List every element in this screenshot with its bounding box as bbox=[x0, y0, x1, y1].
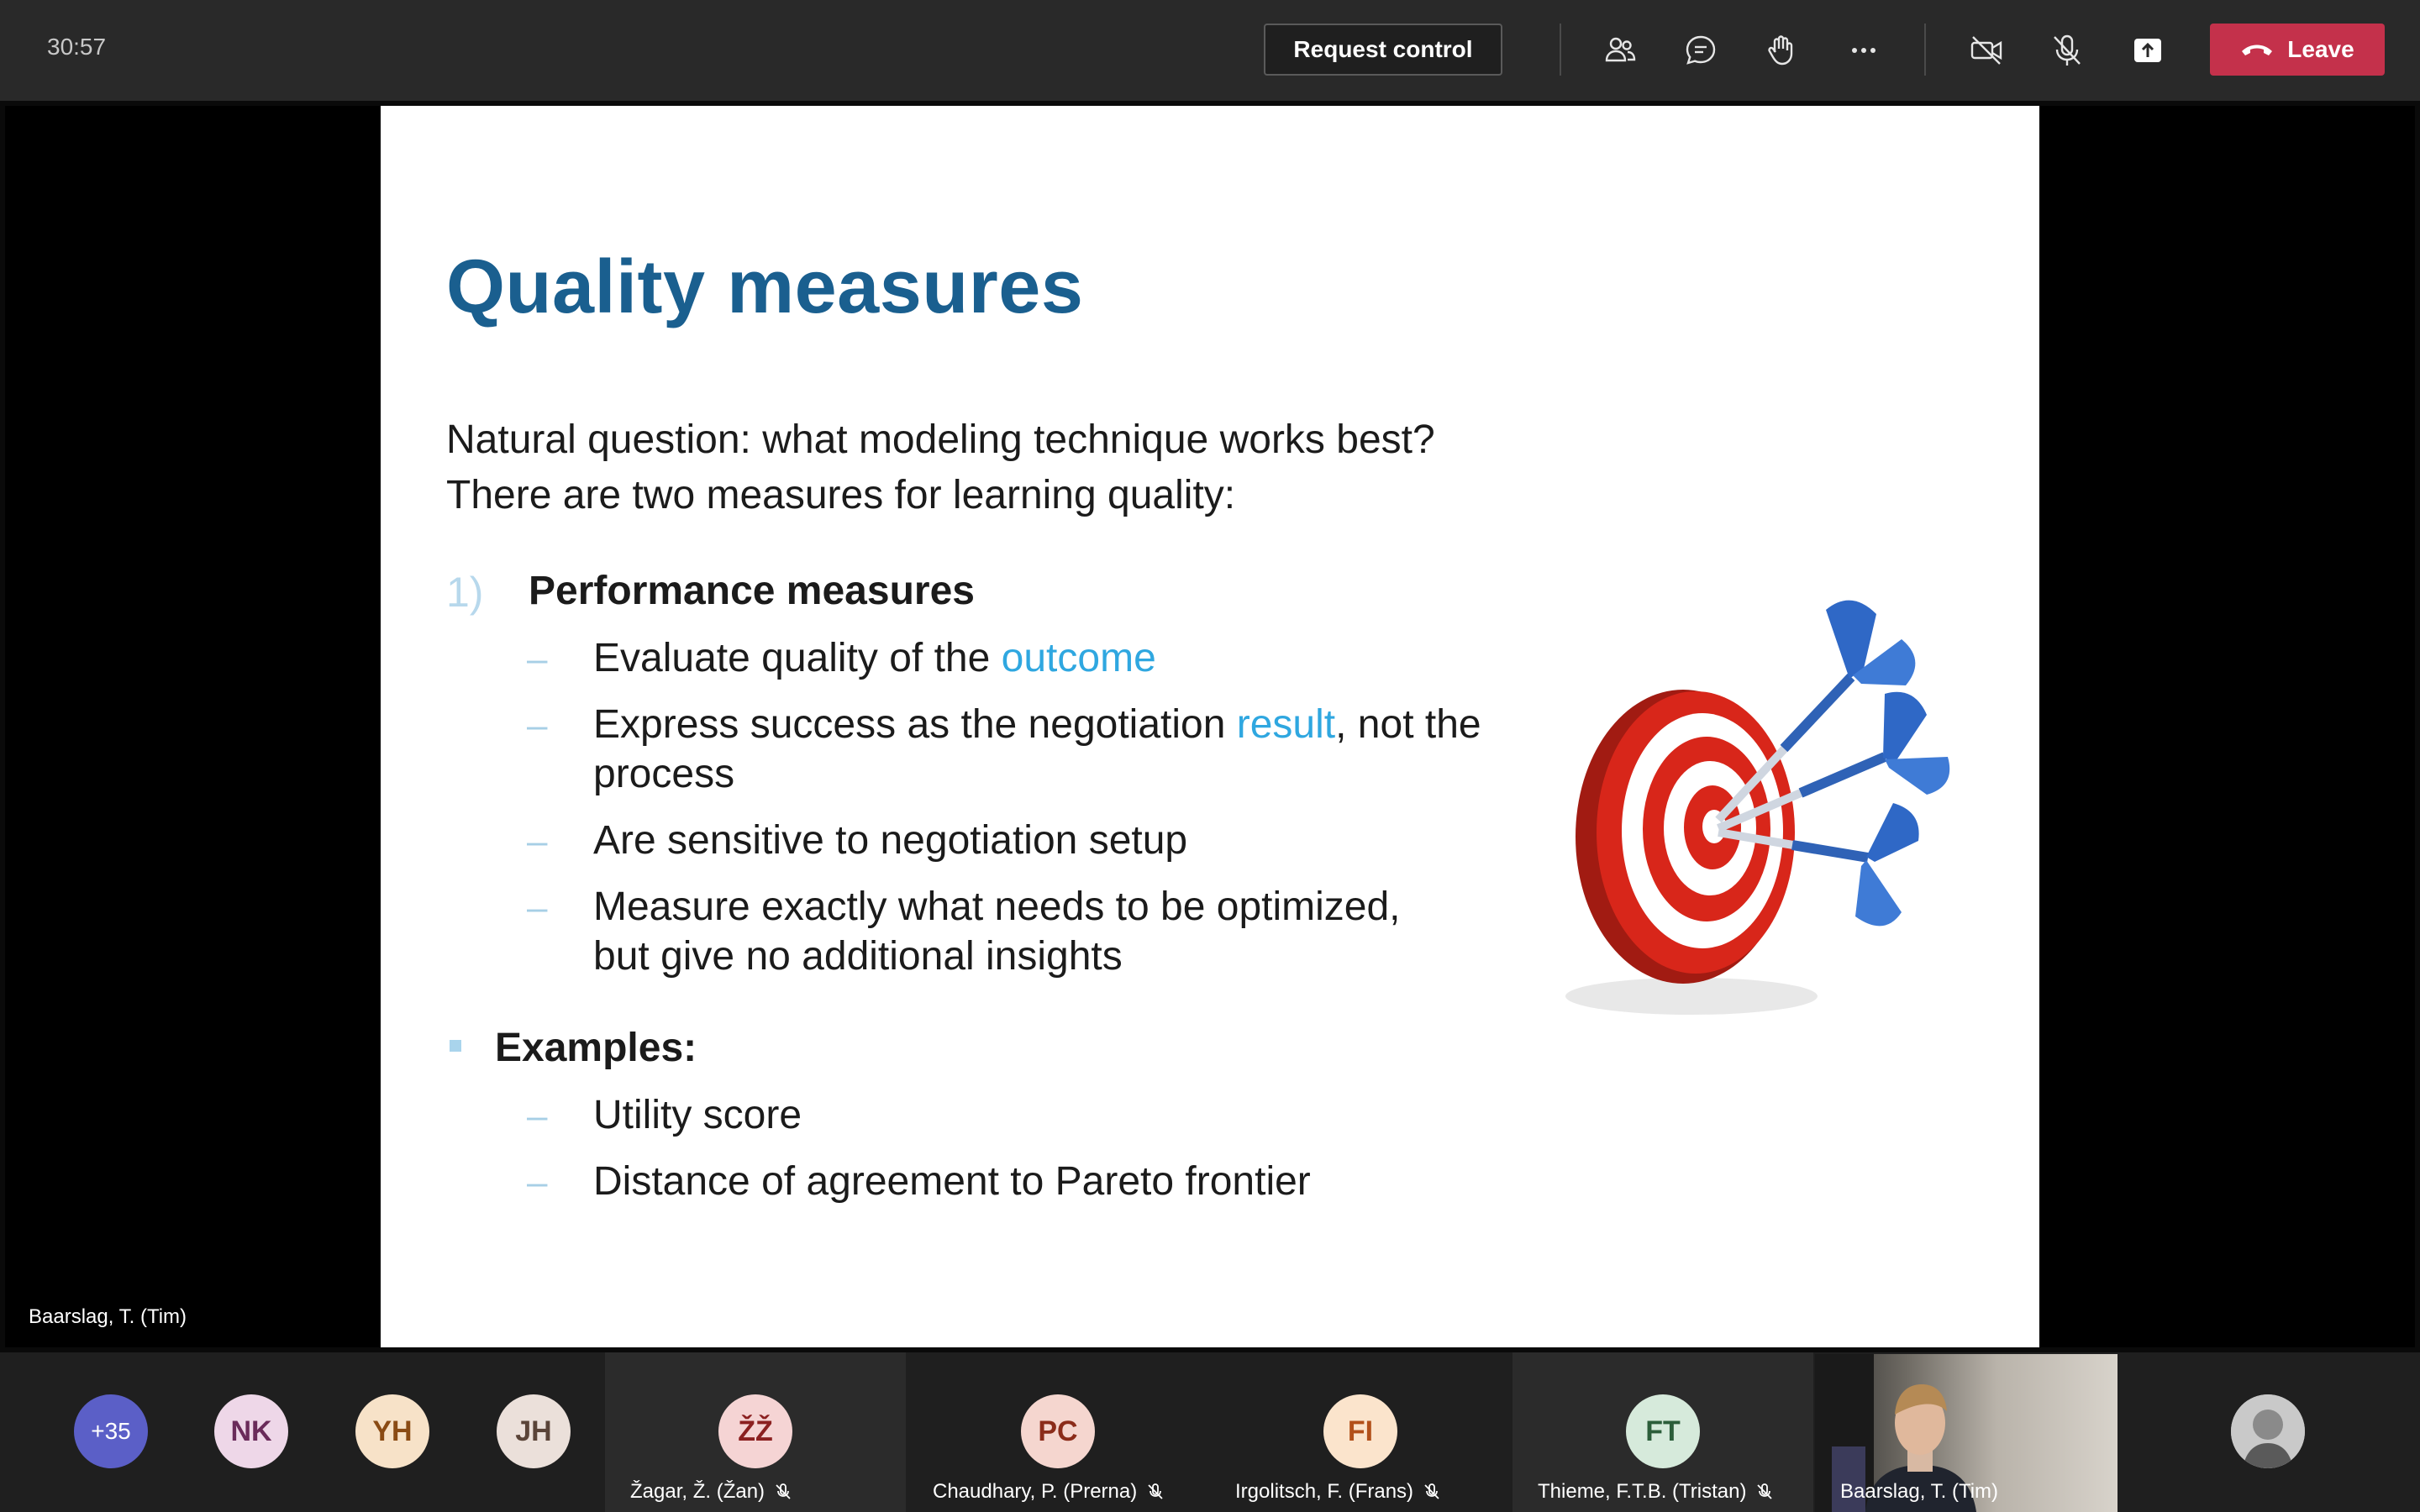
intro-line: There are two measures for learning qual… bbox=[446, 473, 1236, 517]
more-options-icon[interactable] bbox=[1840, 29, 1887, 72]
request-control-button[interactable]: Request control bbox=[1264, 24, 1502, 76]
people-icon[interactable] bbox=[1597, 29, 1644, 72]
camera-off-icon[interactable] bbox=[1963, 29, 2010, 72]
chat-icon[interactable] bbox=[1677, 29, 1724, 72]
participant-avatar[interactable]: NK bbox=[214, 1394, 288, 1468]
leave-label: Leave bbox=[2287, 36, 2354, 62]
slide-title: Quality measures bbox=[446, 245, 1084, 329]
participant-avatar: PC bbox=[1021, 1394, 1095, 1468]
participant-name: Chaudhary, P. (Prerna) bbox=[933, 1480, 1165, 1504]
meeting-timer: 30:57 bbox=[47, 34, 107, 60]
mic-off-icon[interactable] bbox=[2044, 29, 2091, 72]
dash-bullet: – bbox=[527, 705, 548, 746]
muted-mic-icon bbox=[1757, 1483, 1773, 1499]
participant-name: Baarslag, T. (Tim) bbox=[1840, 1480, 1999, 1503]
bullet-measure-exactly-cont: but give no additional insights bbox=[593, 934, 1123, 979]
participant-avatar[interactable]: JH bbox=[497, 1394, 571, 1468]
examples-heading: Examples: bbox=[495, 1026, 697, 1070]
muted-mic-icon bbox=[1148, 1483, 1163, 1499]
toolbar-divider bbox=[1560, 24, 1561, 76]
presentation-slide: Quality measures Natural question: what … bbox=[381, 106, 2039, 1347]
toolbar-divider bbox=[1924, 24, 1926, 76]
intro-line: Natural question: what modeling techniqu… bbox=[446, 417, 1435, 462]
dash-bullet: – bbox=[527, 821, 548, 862]
participant-tile[interactable]: PC Chaudhary, P. (Prerna) bbox=[908, 1352, 1208, 1512]
meeting-toolbar: 30:57 Request control Leave bbox=[0, 0, 2420, 101]
participant-name: Thieme, F.T.B. (Tristan) bbox=[1538, 1480, 1775, 1504]
participant-tile[interactable]: ŽŽ Žagar, Ž. (Žan) bbox=[605, 1352, 906, 1512]
participant-avatar: FI bbox=[1323, 1394, 1397, 1468]
participant-avatar: ŽŽ bbox=[718, 1394, 792, 1468]
self-avatar[interactable] bbox=[2231, 1394, 2305, 1468]
participant-avatar[interactable]: YH bbox=[355, 1394, 429, 1468]
muted-mic-icon bbox=[776, 1483, 791, 1499]
bullet-evaluate-quality: Evaluate quality of the outcome bbox=[593, 636, 1156, 680]
presenter-video-tile[interactable]: Baarslag, T. (Tim) bbox=[1815, 1354, 2118, 1512]
participant-name: Žagar, Ž. (Žan) bbox=[630, 1480, 793, 1504]
dash-bullet: – bbox=[527, 887, 548, 928]
list-number: 1) bbox=[446, 569, 484, 616]
dash-bullet: – bbox=[527, 1162, 548, 1203]
example-item: Utility score bbox=[593, 1093, 802, 1137]
phone-hangup-icon bbox=[2242, 45, 2273, 55]
presenter-name-label: Baarslag, T. (Tim) bbox=[29, 1305, 187, 1328]
participant-avatar: FT bbox=[1626, 1394, 1700, 1468]
result-highlight: result bbox=[1236, 702, 1336, 747]
leave-button[interactable]: Leave bbox=[2210, 24, 2385, 76]
bullet-express-success: Express success as the negotiation resul… bbox=[593, 702, 1481, 747]
bullet-measure-exactly: Measure exactly what needs to be optimiz… bbox=[593, 885, 1401, 929]
share-tray-icon[interactable] bbox=[2124, 29, 2171, 72]
user-photo-icon bbox=[2231, 1394, 2305, 1468]
muted-mic-icon bbox=[1424, 1483, 1439, 1499]
participant-tile[interactable]: FT Thieme, F.T.B. (Tristan) bbox=[1512, 1352, 1813, 1512]
square-bullet bbox=[450, 1040, 461, 1052]
raise-hand-icon[interactable] bbox=[1758, 29, 1805, 72]
dash-bullet: – bbox=[527, 638, 548, 680]
dartboard-target-image bbox=[1565, 600, 1950, 1015]
dash-bullet: – bbox=[527, 1095, 548, 1137]
more-participants-badge[interactable]: +35 bbox=[74, 1394, 148, 1468]
example-item: Distance of agreement to Pareto frontier bbox=[593, 1159, 1311, 1204]
bullet-express-success-cont: process bbox=[593, 752, 735, 796]
participant-name: Irgolitsch, F. (Frans) bbox=[1235, 1480, 1442, 1504]
bullet-sensitive-setup: Are sensitive to negotiation setup bbox=[593, 818, 1188, 863]
participant-tile[interactable]: FI Irgolitsch, F. (Frans) bbox=[1210, 1352, 1511, 1512]
outcome-highlight: outcome bbox=[1001, 636, 1156, 680]
performance-measures-heading: Performance measures bbox=[529, 569, 975, 613]
